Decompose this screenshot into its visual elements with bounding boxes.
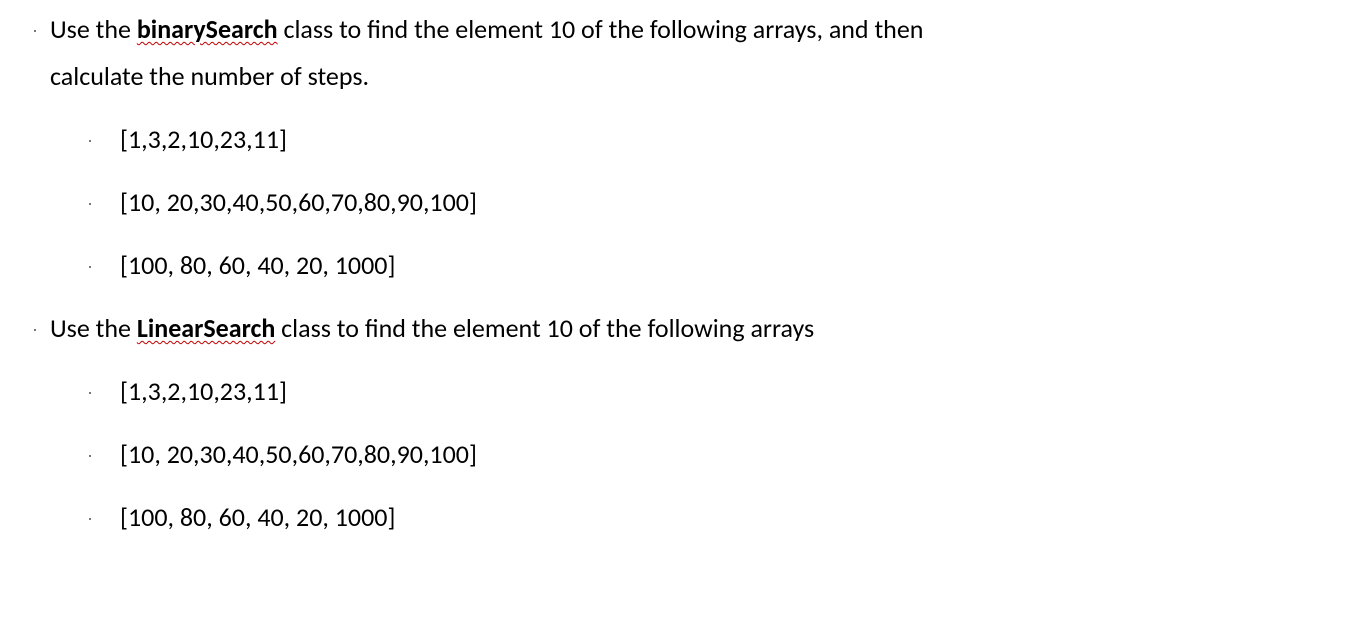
bullet-icon: · [20, 372, 120, 403]
text-pre: Use the [50, 312, 137, 344]
bullet-icon: · [20, 183, 120, 214]
keyword-linearsearch: LinearSearch [137, 312, 275, 344]
bullet-icon: · [20, 435, 120, 466]
array-item: [1,3,2,10,23,11] [120, 372, 1321, 411]
instruction-line-1-cont: calculate the number of steps. [50, 57, 1321, 96]
list-item: · [1,3,2,10,23,11] [20, 120, 1321, 159]
bullet-icon: · [20, 10, 50, 41]
bullet-icon: · [20, 498, 120, 529]
array-item: [10, 20,30,40,50,60,70,80,90,100] [120, 183, 1321, 222]
text-post: class to find the element 10 of the foll… [278, 13, 924, 45]
bullet-icon: · [20, 246, 120, 277]
instruction-line-2: Use the LinearSearch class to find the e… [50, 309, 1321, 348]
keyword-binarysearch: binarySearch [137, 13, 278, 45]
array-item: [10, 20,30,40,50,60,70,80,90,100] [120, 435, 1321, 474]
list-item: · Use the binarySearch class to find the… [20, 10, 1321, 49]
list-item: · Use the LinearSearch class to find the… [20, 309, 1321, 348]
bullet-icon: · [20, 120, 120, 151]
array-item: [100, 80, 60, 40, 20, 1000] [120, 246, 1321, 285]
text-post: class to find the element 10 of the foll… [275, 312, 814, 344]
array-item: [1,3,2,10,23,11] [120, 120, 1321, 159]
list-item: · [1,3,2,10,23,11] [20, 372, 1321, 411]
list-item: · [100, 80, 60, 40, 20, 1000] [20, 246, 1321, 285]
bullet-icon: · [20, 309, 50, 340]
list-item: · [100, 80, 60, 40, 20, 1000] [20, 498, 1321, 537]
text-pre: Use the [50, 13, 137, 45]
array-item: [100, 80, 60, 40, 20, 1000] [120, 498, 1321, 537]
instruction-line-1: Use the binarySearch class to find the e… [50, 10, 1321, 49]
list-item: · [10, 20,30,40,50,60,70,80,90,100] [20, 183, 1321, 222]
list-item: · [10, 20,30,40,50,60,70,80,90,100] [20, 435, 1321, 474]
